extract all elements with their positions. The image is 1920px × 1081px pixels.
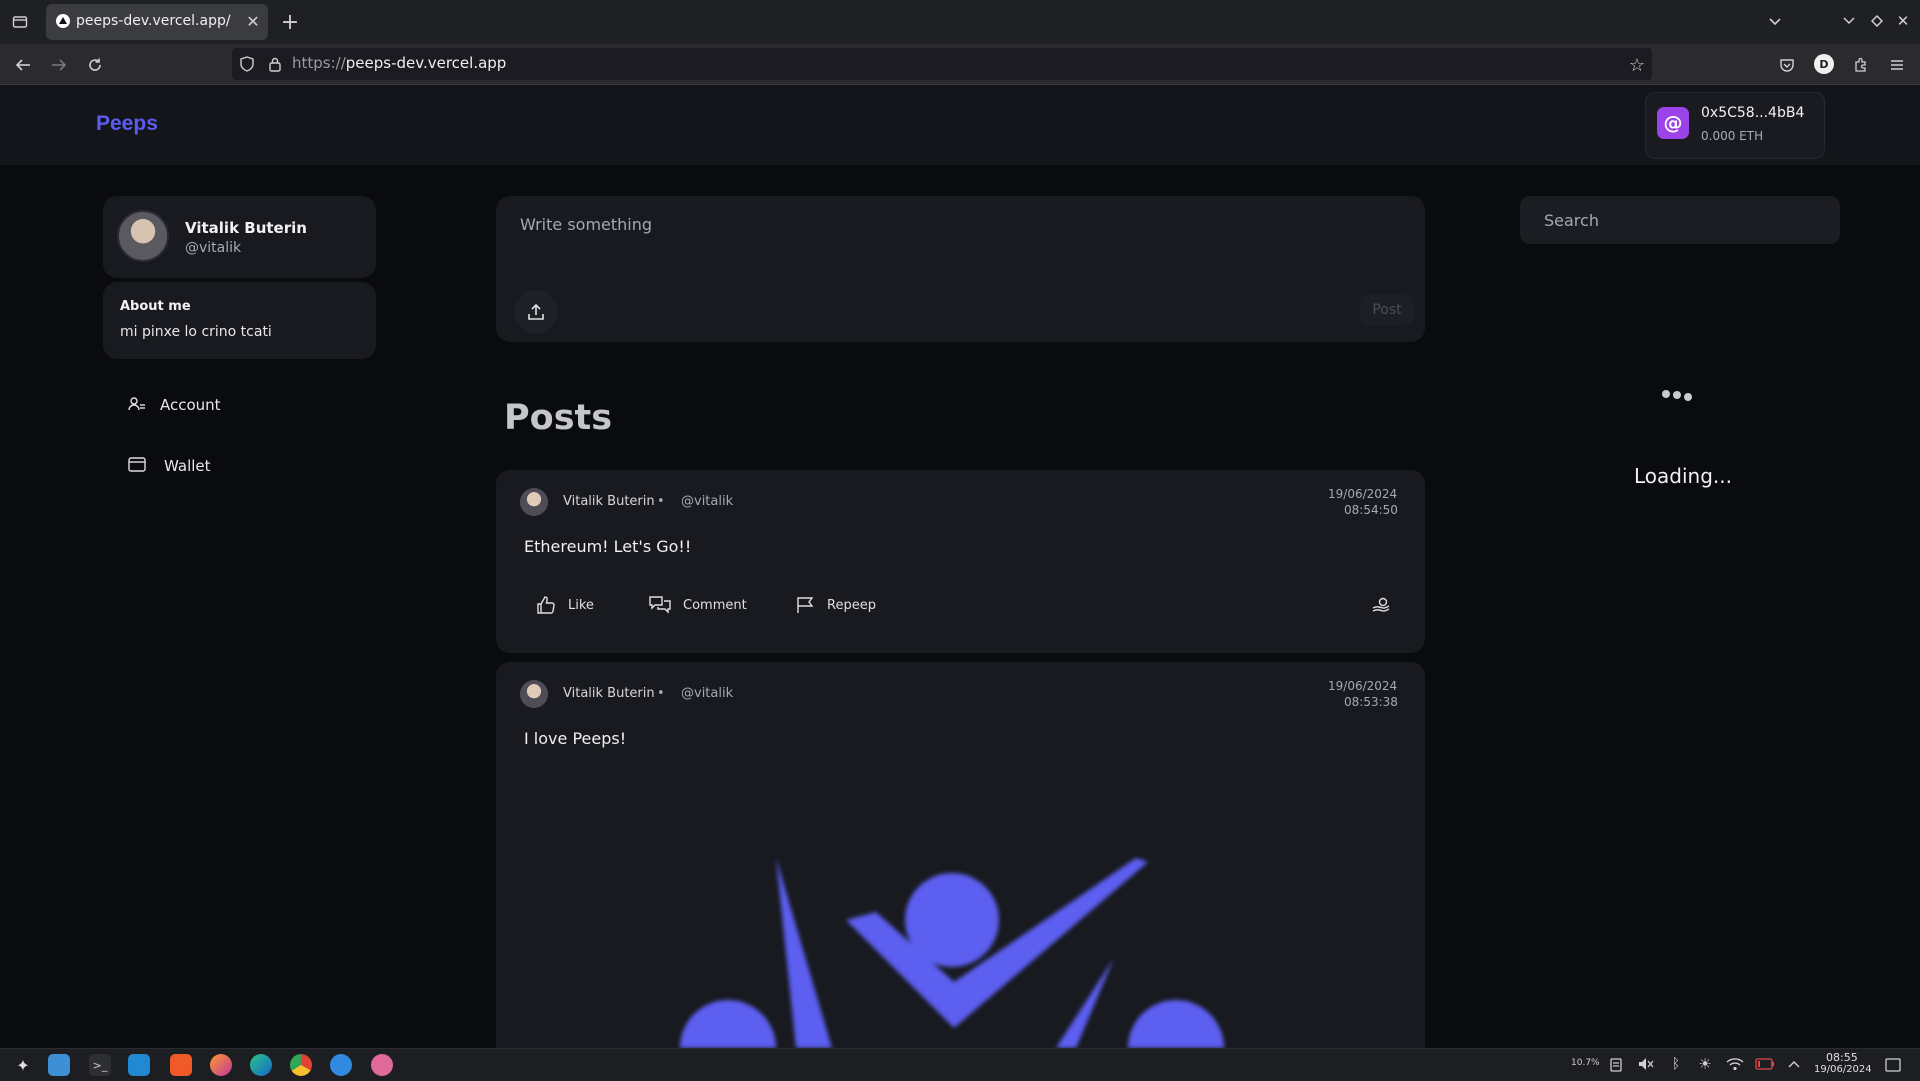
clock-time[interactable]: 08:55 [1826,1051,1858,1064]
about-card [103,282,376,359]
tab-overflow-chevron-icon[interactable] [1764,12,1786,32]
app-header [0,85,1920,165]
composer-input[interactable]: Write something [520,215,1400,275]
url-text[interactable]: https://peeps-dev.vercel.app [292,54,506,72]
extensions-icon[interactable] [1850,54,1872,76]
pocket-icon[interactable] [1776,54,1798,76]
reload-icon[interactable] [84,54,106,76]
post-author-name[interactable]: Vitalik Buterin [563,686,655,701]
wallet-icon [128,456,146,472]
post-image-peeps-logo [680,858,1224,1048]
wallet-balance: 0.000 ETH [1701,129,1764,143]
profile-avatar [117,210,169,262]
nav-account-label: Account [160,396,221,414]
posts-title: Posts [504,398,613,438]
upload-button[interactable] [514,290,558,334]
post-card [496,662,1425,1048]
os-taskbar [0,1048,1920,1081]
battery-low-icon[interactable] [1754,1054,1776,1074]
comment-label: Comment [683,597,747,613]
post-date: 19/06/2024 [1328,487,1398,501]
edge-icon[interactable] [250,1054,272,1076]
about-text: mi pinxe lo crino tcati [120,324,272,340]
maximize-icon[interactable] [1868,12,1886,30]
new-tab-icon[interactable]: + [278,10,302,35]
app-icon-blue[interactable] [330,1054,352,1076]
loading-dots-icon [1660,388,1700,402]
window-close-icon[interactable]: ✕ [1894,12,1912,30]
loading-text: Loading... [1634,464,1732,488]
tray-expand-icon[interactable] [1784,1054,1804,1074]
comment-button[interactable]: Comment [649,595,747,615]
search-placeholder: Search [1544,211,1599,230]
app-icon-pink[interactable] [371,1054,393,1076]
about-title: About me [120,299,191,314]
repeep-label: Repeep [827,597,876,613]
battery-percent: 10.7% [1571,1058,1600,1068]
shield-icon[interactable] [238,55,256,73]
brightness-icon[interactable]: ☀ [1695,1054,1715,1074]
wallet-address: 0x5C58...4bB4 [1701,105,1805,121]
repeep-button[interactable]: Repeep [795,595,876,615]
post-author-handle[interactable]: @vitalik [681,494,733,509]
brave-browser-icon[interactable] [170,1054,192,1076]
launcher-icon[interactable]: ✦ [12,1054,34,1076]
minimize-icon[interactable] [1840,12,1858,30]
file-manager-icon[interactable] [48,1054,70,1076]
post-date: 19/06/2024 [1328,679,1398,693]
post-avatar[interactable] [520,680,548,708]
clock-date[interactable]: 19/06/2024 [1814,1064,1872,1075]
post-separator: • [657,494,665,509]
terminal-icon[interactable]: >_ [89,1054,111,1076]
comment-icon [649,596,671,614]
forward-icon[interactable] [48,54,70,76]
post-author-handle[interactable]: @vitalik [681,686,733,701]
bookmark-star-icon[interactable]: ☆ [1626,54,1648,76]
show-desktop-icon[interactable] [1882,1054,1904,1076]
bluetooth-icon[interactable]: ᛒ [1666,1054,1686,1074]
post-avatar[interactable] [520,488,548,516]
like-button[interactable]: Like [536,595,594,615]
profile-avatar-icon[interactable]: D [1814,54,1834,74]
tab-list-icon[interactable] [8,10,32,34]
vscode-icon[interactable] [128,1054,150,1076]
lock-icon[interactable] [266,55,284,73]
firefox-icon[interactable] [210,1054,232,1076]
profile-handle: @vitalik [185,240,242,256]
nav-wallet-label: Wallet [164,457,211,475]
post-time: 08:54:50 [1344,503,1398,517]
post-text: I love Peeps! [524,729,627,748]
post-button[interactable]: Post [1360,295,1414,325]
vercel-favicon-icon [56,14,70,28]
tip-icon[interactable] [1370,594,1392,616]
tab-title: peeps-dev.vercel.app/ [76,13,231,29]
clipboard-icon[interactable] [1606,1054,1626,1074]
back-icon[interactable] [12,54,34,76]
menu-hamburger-icon[interactable] [1886,54,1908,76]
post-text: Ethereum! Let's Go!! [524,537,692,556]
post-time: 08:53:38 [1344,695,1398,709]
thumbs-up-icon [537,596,555,614]
nav-account[interactable]: Account [126,394,346,418]
repeep-icon [797,597,814,613]
app-logo[interactable]: Peeps [96,112,158,136]
chrome-icon[interactable] [290,1054,312,1076]
tab-close-icon[interactable]: ✕ [244,12,262,31]
upload-icon [528,303,544,320]
wifi-icon[interactable] [1725,1054,1745,1074]
post-author-name[interactable]: Vitalik Buterin [563,494,655,509]
url-scheme: https:// [292,54,346,72]
profile-name: Vitalik Buterin [185,219,307,237]
url-host: peeps-dev.vercel.app [345,54,507,72]
volume-muted-icon[interactable] [1636,1054,1656,1074]
post-separator: • [657,686,665,701]
like-label: Like [568,597,594,613]
wallet-at-icon: @ [1657,107,1689,139]
nav-wallet[interactable]: Wallet [126,454,346,478]
account-icon [128,396,146,412]
